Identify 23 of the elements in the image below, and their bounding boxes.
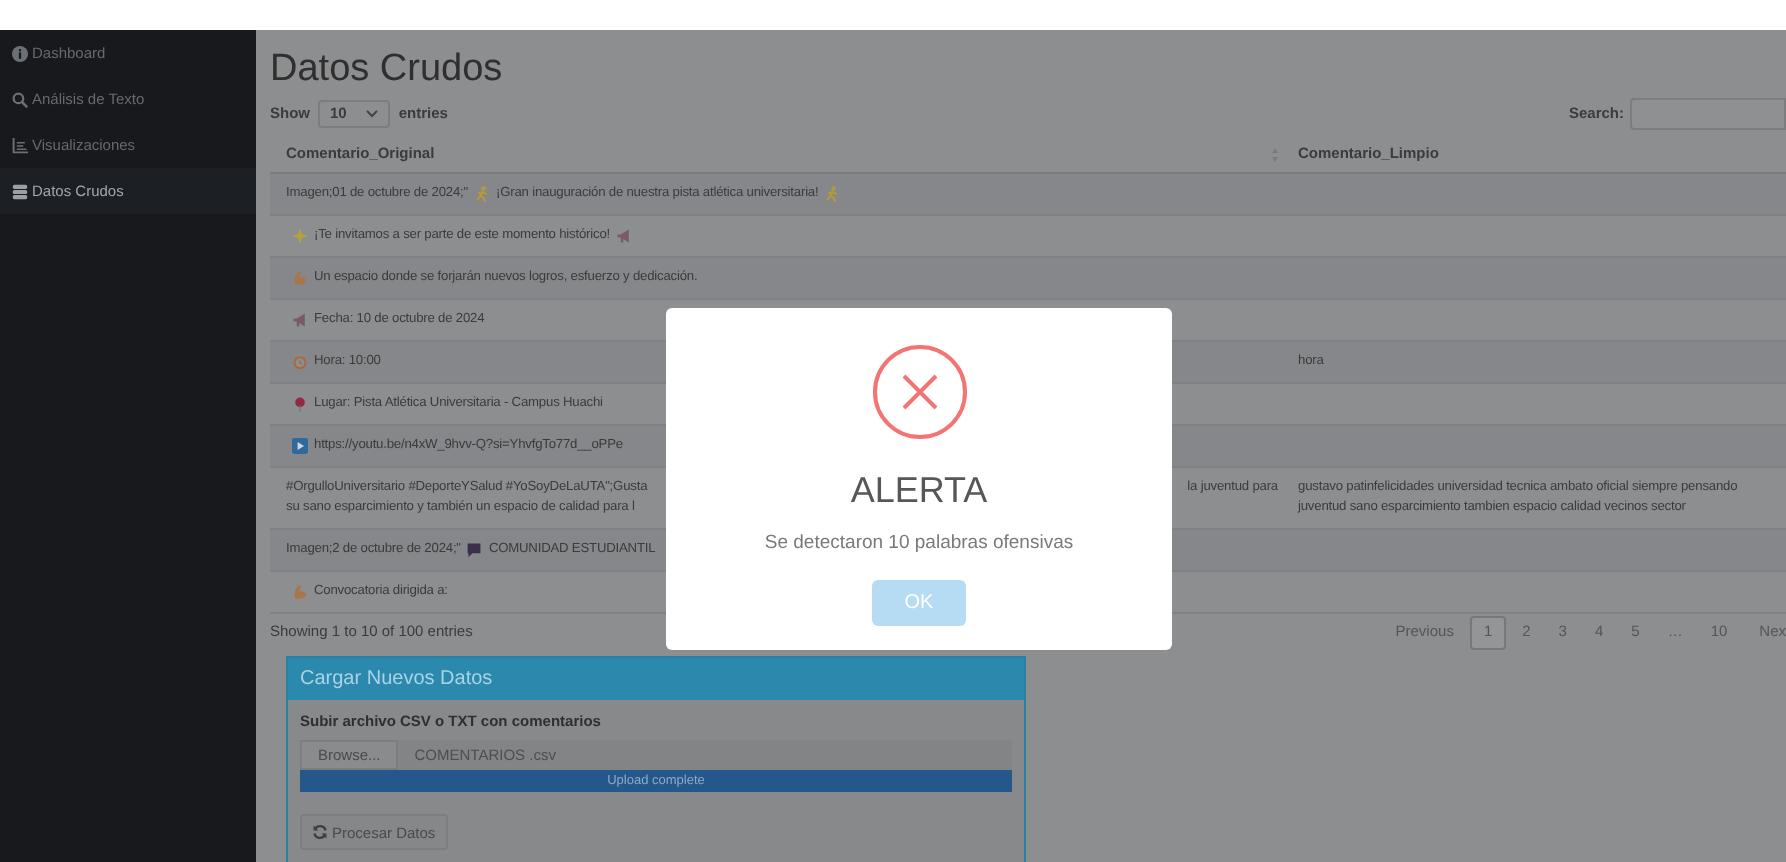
play-icon (292, 438, 308, 454)
page-title: Datos Crudos (270, 46, 505, 94)
search-icon (12, 91, 28, 107)
alert-message: Se detectaron 10 palabras ofensivas (764, 530, 1074, 558)
megaphone-icon (292, 312, 308, 328)
alarm-clock-icon (292, 354, 308, 370)
flexed-arm-icon (292, 584, 308, 600)
runner-icon (474, 186, 490, 202)
pin-icon (292, 396, 308, 412)
ok-button[interactable]: OK (872, 580, 966, 627)
chart-icon (12, 137, 28, 153)
error-x-icon (871, 344, 967, 440)
megaphone-icon (616, 228, 632, 244)
runner-icon (824, 186, 841, 202)
sparkle-icon (292, 228, 308, 244)
flexed-arm-icon (292, 270, 308, 286)
caret-icon (366, 110, 379, 118)
database-icon (12, 183, 28, 199)
speech-bubble-icon (466, 542, 483, 558)
info-icon (12, 45, 28, 61)
alert-title: ALERTA (850, 468, 988, 512)
refresh-icon (312, 824, 328, 841)
card-title: Cargar Nuevos Datos (300, 666, 493, 694)
